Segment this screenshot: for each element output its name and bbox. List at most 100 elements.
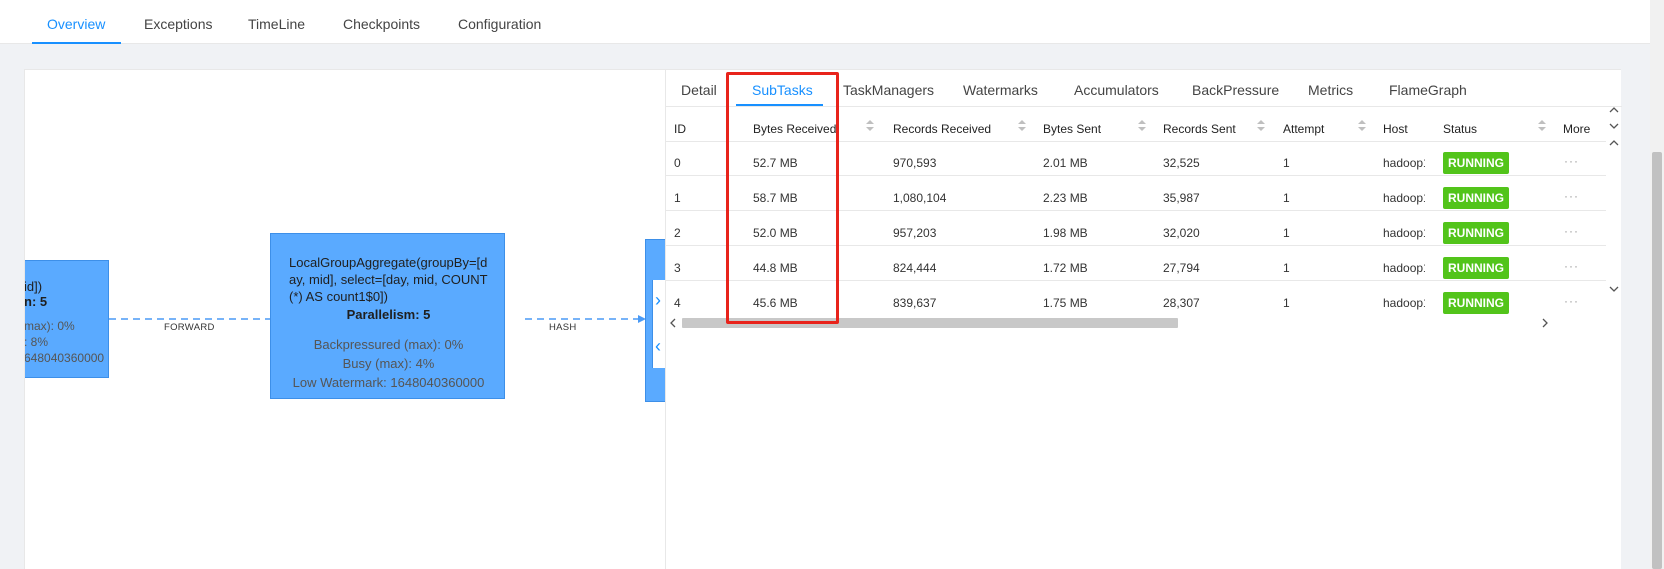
tab-overview[interactable]: Overview [47,16,105,32]
tab-metrics[interactable]: Metrics [1308,82,1353,98]
cell-records-received: 839,637 [893,296,937,310]
cell-records-received: 957,203 [893,226,937,240]
downstream-operator-node[interactable]: › ‹ [645,239,665,402]
scroll-up-icon [1609,140,1619,146]
node-watermark: 648040360000 [24,351,105,365]
page-scrollbar[interactable] [1650,0,1664,569]
expand-left-icon[interactable]: ‹ [655,336,661,357]
node-backpressured: Backpressured (max): 0% [313,337,464,352]
node-parallelism: n: 5 [24,294,48,309]
cell-records-sent: 32,020 [1163,226,1200,240]
tab-taskmanagers[interactable]: TaskManagers [843,82,934,98]
table-vertical-scrollbar[interactable] [1606,107,1622,315]
cell-bytes-received: 44.8 MB [753,261,798,275]
more-actions-icon[interactable]: ··· [1564,259,1579,273]
node-title: id]) [24,279,43,294]
tab-backpressure[interactable]: BackPressure [1192,82,1279,98]
job-nav-bar: Overview Exceptions TimeLine Checkpoints… [0,0,1650,44]
column-header-host[interactable]: Host [1383,122,1408,136]
column-header-status[interactable]: Status [1443,122,1477,136]
cell-attempt: 1 [1283,156,1290,170]
column-header-records-received[interactable]: Records Received [893,122,991,136]
status-badge: RUNNING [1443,187,1509,209]
row-divider [666,175,1606,176]
status-badge: RUNNING [1443,257,1509,279]
local-group-aggregate-node[interactable]: LocalGroupAggregate(groupBy=[day, mid], … [270,233,505,399]
header-divider [666,141,1606,142]
tab-timeline[interactable]: TimeLine [248,16,305,32]
tab-configuration[interactable]: Configuration [458,16,541,32]
cell-attempt: 1 [1283,191,1290,205]
cell-records-sent: 27,794 [1163,261,1200,275]
more-actions-icon[interactable]: ··· [1564,224,1579,238]
cell-bytes-sent: 2.23 MB [1043,191,1088,205]
page-scroll-thumb[interactable] [1652,152,1662,569]
cell-bytes-sent: 2.01 MB [1043,156,1088,170]
scroll-left-icon [670,318,676,328]
table-horizontal-scrollbar[interactable] [666,315,1606,331]
vertex-detail-panel: Detail SubTasks TaskManagers Watermarks … [665,69,1622,569]
tab-accumulators[interactable]: Accumulators [1074,82,1159,98]
cell-records-sent: 28,307 [1163,296,1200,310]
subtasks-table: ID Bytes Received Records Received Bytes… [666,107,1606,315]
sort-icon[interactable] [866,120,874,134]
cell-bytes-sent: 1.98 MB [1043,226,1088,240]
horizontal-scroll-thumb[interactable] [682,318,1178,328]
status-badge: RUNNING [1443,222,1509,244]
tab-subtasks[interactable]: SubTasks [752,82,813,98]
cell-id: 0 [674,156,681,170]
node-parallelism: Parallelism: 5 [346,307,431,322]
scroll-down-icon [1609,286,1619,292]
sort-icon[interactable] [1257,120,1265,134]
column-header-records-sent[interactable]: Records Sent [1163,122,1236,136]
status-badge: RUNNING [1443,292,1509,314]
column-header-bytes-sent[interactable]: Bytes Sent [1043,122,1101,136]
cell-id: 1 [674,191,681,205]
more-actions-icon[interactable]: ··· [1564,154,1579,168]
column-header-bytes-received[interactable]: Bytes Received [753,122,836,136]
cell-id: 2 [674,226,681,240]
expand-right-icon[interactable]: › [655,290,661,311]
vertical-scroll-arrows [1609,107,1619,292]
cell-host: hadoop10 [1383,156,1425,170]
cell-records-received: 970,593 [893,156,937,170]
cell-records-received: 824,444 [893,261,937,275]
sort-icon[interactable] [1018,120,1026,134]
cell-host: hadoop10 [1383,261,1425,275]
tab-exceptions[interactable]: Exceptions [144,16,212,32]
column-header-attempt[interactable]: Attempt [1283,122,1324,136]
row-divider [666,280,1606,281]
scroll-right-icon [1542,318,1548,328]
tab-watermarks[interactable]: Watermarks [963,82,1038,98]
cell-bytes-sent: 1.72 MB [1043,261,1088,275]
row-divider [666,210,1606,211]
more-actions-icon[interactable]: ··· [1564,189,1579,203]
cell-bytes-received: 52.0 MB [753,226,798,240]
tab-detail[interactable]: Detail [681,82,717,98]
cell-bytes-received: 58.7 MB [753,191,798,205]
cell-host: hadoop10 [1383,296,1425,310]
cell-bytes-received: 45.6 MB [753,296,798,310]
row-divider [666,245,1606,246]
edge-label-forward: FORWARD [164,322,215,333]
active-tab-underline [32,42,121,44]
upstream-operator-node[interactable]: id]) n: 5 max): 0% : 8% 648040360000 [24,260,109,378]
edge-label-hash: HASH [549,322,577,333]
node-busy: Busy (max): 4% [342,356,435,371]
column-header-id[interactable]: ID [674,122,686,136]
cell-bytes-sent: 1.75 MB [1043,296,1088,310]
sort-icon[interactable] [1538,120,1546,134]
tab-flamegraph[interactable]: FlameGraph [1389,82,1467,98]
scroll-down-icon [1609,123,1619,129]
cell-attempt: 1 [1283,296,1290,310]
cell-host: hadoop10 [1383,191,1425,205]
more-actions-icon[interactable]: ··· [1564,294,1579,308]
tab-checkpoints[interactable]: Checkpoints [343,16,420,32]
scroll-up-icon [1609,107,1619,113]
job-graph-canvas[interactable]: id]) n: 5 max): 0% : 8% 648040360000 FOR… [24,69,665,569]
sort-icon[interactable] [1358,120,1366,134]
cell-attempt: 1 [1283,226,1290,240]
node-collapse-bar: › ‹ [652,280,665,368]
node-watermark: Low Watermark: 1648040360000 [292,375,485,390]
sort-icon[interactable] [1138,120,1146,134]
